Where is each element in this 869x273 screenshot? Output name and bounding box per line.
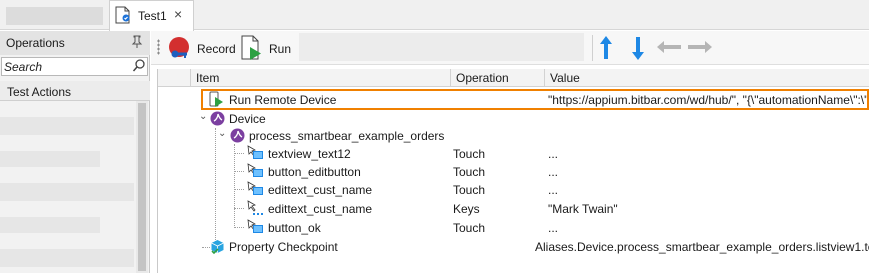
- operations-panel: Operations Test Actions: [0, 31, 150, 273]
- table-row[interactable]: button_editbutton Touch ...: [158, 162, 869, 181]
- move-up-icon[interactable]: [598, 35, 614, 61]
- scrollbar-thumb[interactable]: [138, 103, 146, 271]
- value-cell: ...: [548, 221, 559, 235]
- value-cell: ...: [548, 147, 559, 161]
- run-button[interactable]: Run: [239, 33, 299, 63]
- operation-placeholder: [0, 117, 134, 135]
- item-name: button_editbutton: [268, 165, 361, 179]
- onscreen-object-icon: [247, 181, 263, 195]
- column-header-value-label: Value: [550, 71, 580, 85]
- checkpoint-icon: [211, 240, 224, 255]
- record-icon: [169, 37, 189, 58]
- tab-strip: Test1 ×: [0, 0, 869, 31]
- search-icon[interactable]: [132, 58, 146, 74]
- item-name: Property Checkpoint: [229, 240, 338, 254]
- value-cell: Aliases.Device.process_smartbear_example…: [535, 240, 869, 254]
- table-row[interactable]: Property Checkpoint Aliases.Device.proce…: [158, 237, 869, 256]
- move-left-icon[interactable]: [656, 40, 682, 54]
- value-cell: "Mark Twain": [548, 202, 618, 216]
- operation-placeholder: [0, 151, 100, 167]
- run-label: Run: [269, 42, 292, 56]
- item-name: Device: [229, 112, 266, 126]
- left-scrollbar[interactable]: [136, 101, 148, 273]
- test-actions-label: Test Actions: [7, 85, 72, 99]
- chevron-down-icon[interactable]: ⌄: [218, 128, 226, 139]
- table-row[interactable]: button_ok Touch ...: [158, 218, 869, 237]
- chevron-down-icon[interactable]: ⌄: [199, 111, 207, 122]
- value-cell: ...: [548, 183, 559, 197]
- test-grid: Item Operation Value Run Remote Device "…: [157, 69, 869, 273]
- search-box[interactable]: [1, 57, 148, 76]
- tab-placeholder: [6, 7, 103, 25]
- column-header-operation[interactable]: Operation: [451, 69, 545, 87]
- pin-icon[interactable]: [131, 35, 143, 52]
- toolbar: Record Run: [151, 31, 869, 65]
- tab-label: Test1: [138, 9, 167, 23]
- operation-placeholder: [0, 183, 134, 201]
- operation-cell: Touch: [453, 147, 486, 161]
- selected-row-highlight: [201, 89, 869, 110]
- table-row[interactable]: textview_text12 Touch ...: [158, 144, 869, 163]
- column-header-operation-label: Operation: [456, 71, 509, 85]
- keys-icon: [247, 200, 263, 215]
- search-input[interactable]: [4, 59, 124, 74]
- value-cell: ...: [548, 165, 559, 179]
- operation-placeholder: [0, 217, 100, 233]
- item-name: edittext_cust_name: [268, 183, 373, 197]
- device-icon: [210, 111, 225, 126]
- run-icon: [241, 35, 261, 60]
- operations-title: Operations: [6, 36, 65, 50]
- item-name: edittext_cust_name: [268, 202, 373, 216]
- toolbar-placeholder: [299, 33, 584, 61]
- onscreen-object-icon: [247, 219, 263, 233]
- item-name: button_ok: [268, 221, 321, 235]
- move-down-icon[interactable]: [630, 35, 646, 61]
- column-header-item-label: Item: [196, 71, 220, 85]
- table-row[interactable]: ⌄ process_smartbear_example_orders: [158, 126, 869, 145]
- move-right-icon[interactable]: [687, 40, 713, 54]
- table-row[interactable]: edittext_cust_name Touch ...: [158, 180, 869, 199]
- item-name: textview_text12: [268, 147, 351, 161]
- toolbar-separator: [592, 35, 593, 61]
- operation-cell: Keys: [453, 202, 480, 216]
- operation-placeholder: [0, 249, 134, 267]
- close-icon[interactable]: ×: [174, 6, 182, 22]
- test-actions-category[interactable]: Test Actions: [0, 81, 150, 101]
- operation-cell: Touch: [453, 183, 486, 197]
- column-header-value[interactable]: Value: [545, 69, 869, 87]
- toolbar-grip[interactable]: [157, 39, 160, 55]
- table-row[interactable]: edittext_cust_name Keys "Mark Twain": [158, 199, 869, 218]
- operation-cell: Touch: [453, 221, 486, 235]
- onscreen-object-icon: [247, 163, 263, 177]
- column-header-item[interactable]: Item: [191, 69, 451, 87]
- grid-corner-header: [158, 69, 191, 87]
- keyword-test-icon: [115, 6, 130, 24]
- operation-cell: Touch: [453, 165, 486, 179]
- item-name: process_smartbear_example_orders: [249, 129, 445, 143]
- tab-test1[interactable]: Test1 ×: [109, 0, 194, 31]
- process-icon: [230, 128, 245, 143]
- operations-header: Operations: [0, 31, 150, 55]
- onscreen-object-icon: [247, 145, 263, 159]
- record-button[interactable]: Record: [165, 33, 236, 63]
- record-label: Record: [197, 42, 236, 56]
